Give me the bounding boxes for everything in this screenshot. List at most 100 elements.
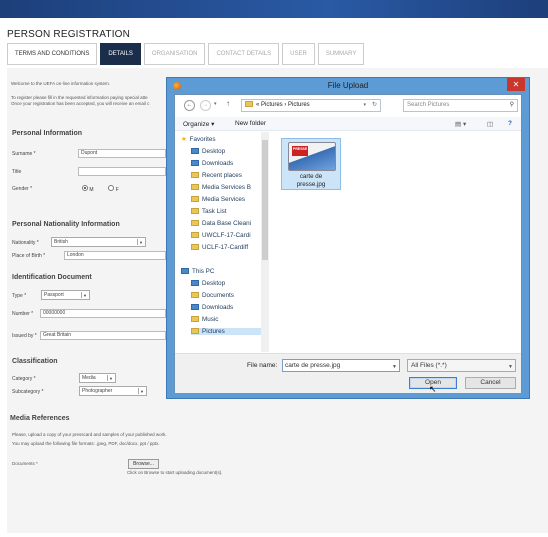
gender-m-radio[interactable] <box>82 185 88 191</box>
search-input[interactable]: Search Pictures ⚲ <box>403 99 518 112</box>
recent-dropdown-icon[interactable]: ▾ <box>214 101 217 107</box>
tab-details[interactable]: DETAILS <box>100 43 141 65</box>
nav-favorites[interactable]: ★ Favorites <box>181 136 251 143</box>
nav-pc-downloads[interactable]: Downloads <box>191 304 261 311</box>
folder-icon <box>191 172 199 178</box>
file-name-value: carte de presse.jpg <box>285 362 341 369</box>
tab-user[interactable]: USER <box>282 43 315 65</box>
place-of-birth-input[interactable]: London <box>64 251 166 260</box>
surname-input[interactable]: Dupont <box>78 149 166 158</box>
gender-f-radio[interactable] <box>108 185 115 191</box>
gender-f-label: F <box>115 187 119 193</box>
tab-summary[interactable]: SUMMARY <box>317 43 365 65</box>
address-path: « Pictures › Pictures <box>256 102 310 108</box>
nav-data-base-cleaning[interactable]: Data Base Cleani <box>191 220 261 227</box>
surname-label: Surname * <box>12 151 36 157</box>
close-button[interactable]: ✕ <box>507 78 525 91</box>
folder-icon <box>245 101 253 107</box>
path-dropdown-icon[interactable]: ▾ <box>363 100 366 111</box>
file-upload-dialog: File Upload ✕ ← → ▾ ↑ « Pictures › Pictu… <box>166 77 530 399</box>
subcategory-select[interactable]: Photographer ▼ <box>79 386 147 396</box>
file-name-field-label: File name: <box>247 362 278 369</box>
issued-by-input[interactable]: Great Britain <box>40 331 166 340</box>
nav-scrollbar[interactable] <box>261 132 269 352</box>
forward-arrow-icon[interactable]: → <box>200 100 211 111</box>
folder-icon <box>191 328 199 334</box>
nav-media-services[interactable]: Media Services <box>191 196 261 203</box>
folder-icon <box>191 196 199 202</box>
identification-heading: Identification Document <box>12 274 92 281</box>
tab-organisation[interactable]: ORGANISATION <box>143 43 206 65</box>
file-item-carte-de-presse[interactable]: PRESSE carte de presse.jpg <box>281 138 341 190</box>
desktop-icon <box>191 280 199 286</box>
site-header-banner <box>0 0 548 18</box>
up-arrow-icon[interactable]: ↑ <box>226 99 230 108</box>
id-type-select[interactable]: Passport ▼ <box>41 290 90 300</box>
category-select[interactable]: Media ▼ <box>79 373 116 383</box>
intro-instructions: To register please fill in the requested… <box>11 95 148 100</box>
id-type-label: Type * <box>12 293 27 299</box>
folder-icon <box>191 244 199 250</box>
nav-this-pc[interactable]: This PC <box>181 268 251 275</box>
folder-icon <box>191 292 199 298</box>
chevron-down-icon: ▼ <box>81 292 88 298</box>
gender-label: Gender * <box>12 186 33 192</box>
nav-uclf-17-cardiff[interactable]: UCLF-17-Cardiff <box>191 244 261 251</box>
nav-scrollbar-thumb[interactable] <box>262 140 268 260</box>
refresh-icon[interactable]: ↻ <box>372 100 377 111</box>
view-options-icon[interactable]: ▤ ▾ <box>455 120 466 128</box>
cancel-button[interactable]: Cancel <box>465 377 516 389</box>
folder-icon <box>191 220 199 226</box>
tab-terms-and-conditions[interactable]: TERMS AND CONDITIONS <box>7 43 98 65</box>
browse-button[interactable]: Browse... <box>128 459 159 469</box>
file-type-value: All Files (*.*) <box>411 362 447 369</box>
registration-tabs: TERMS AND CONDITIONS DETAILS ORGANISATIO… <box>7 43 367 65</box>
nationality-value: British <box>54 239 68 245</box>
category-label: Category * <box>12 376 36 382</box>
chevron-down-icon: ▼ <box>107 375 114 381</box>
folder-icon <box>191 232 199 238</box>
tab-contact-details[interactable]: CONTACT DETAILS <box>208 43 280 65</box>
organize-button[interactable]: Organize ▾ <box>183 120 214 128</box>
nav-uwclf-17-cardiff[interactable]: UWCLF-17-Cardi <box>191 232 261 239</box>
title-input[interactable] <box>78 167 166 176</box>
title-label: Title <box>12 169 22 175</box>
media-references-heading: Media References <box>10 415 70 422</box>
nav-pictures[interactable]: Pictures <box>191 328 263 335</box>
help-icon[interactable]: ? <box>508 120 512 127</box>
file-type-filter[interactable]: All Files (*.*) ▼ <box>407 359 516 372</box>
preview-pane-icon[interactable]: ◫ <box>487 120 493 128</box>
intro-welcome: Welcome to the UEFA on-line information … <box>11 81 110 86</box>
nav-media-services-b[interactable]: Media Services B <box>191 184 261 191</box>
nav-recent-places[interactable]: Recent places <box>191 172 261 179</box>
new-folder-button[interactable]: New folder <box>235 120 266 127</box>
subcategory-label: Subcategory * <box>12 389 44 395</box>
nav-music[interactable]: Music <box>191 316 261 323</box>
chevron-down-icon: ▼ <box>138 388 145 394</box>
classification-heading: Classification <box>12 358 58 365</box>
file-name-input[interactable]: carte de presse.jpg ▼ <box>282 359 400 372</box>
nav-documents[interactable]: Documents <box>191 292 261 299</box>
computer-icon <box>181 268 189 274</box>
navigation-pane: ★ Favorites Desktop Downloads Recent plac… <box>175 132 270 352</box>
dialog-title: File Upload <box>327 81 369 90</box>
nationality-heading: Personal Nationality Information <box>12 221 120 228</box>
chevron-down-icon: ▼ <box>508 364 513 370</box>
downloads-icon <box>191 160 199 166</box>
personal-info-heading: Personal Information <box>12 130 83 137</box>
folder-icon <box>191 316 199 322</box>
back-arrow-icon[interactable]: ← <box>184 100 195 111</box>
media-instructions: Please, upload a copy of your presscard … <box>12 432 167 437</box>
nav-pc-desktop[interactable]: Desktop <box>191 280 261 287</box>
nav-task-list[interactable]: Task List <box>191 208 261 215</box>
id-type-value: Passport <box>44 292 64 298</box>
chevron-down-icon[interactable]: ▼ <box>392 362 397 373</box>
image-thumbnail: PRESSE <box>288 142 336 171</box>
nav-downloads[interactable]: Downloads <box>191 160 261 167</box>
nav-desktop[interactable]: Desktop <box>191 148 261 155</box>
nationality-select[interactable]: British ▼ <box>51 237 146 247</box>
address-bar[interactable]: « Pictures › Pictures ▾ ↻ <box>241 99 381 112</box>
intro-confirmation: Once your registration has been accepted… <box>11 101 150 106</box>
browse-hint: Click on Browse to start uploading docum… <box>127 470 223 475</box>
id-number-input[interactable]: 00000000 <box>40 309 166 318</box>
